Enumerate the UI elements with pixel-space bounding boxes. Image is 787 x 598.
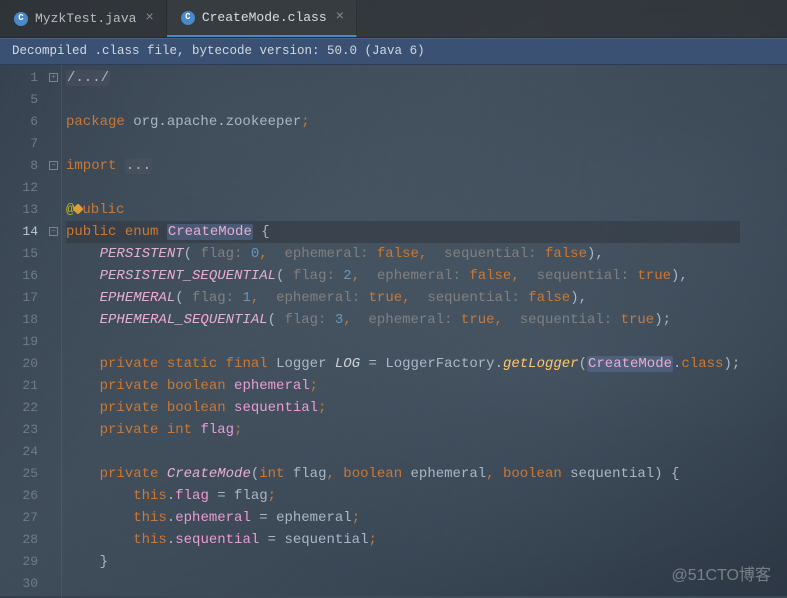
line-number: 23: [0, 419, 38, 441]
line-number: 30: [0, 573, 38, 595]
fold-toggle[interactable]: −: [49, 161, 58, 170]
code-line[interactable]: private boolean sequential;: [66, 397, 740, 419]
code-line[interactable]: this.sequential = sequential;: [66, 529, 740, 551]
line-number: 19: [0, 331, 38, 353]
code-line[interactable]: [66, 441, 740, 463]
line-number: 14: [0, 221, 38, 243]
java-icon: C: [14, 12, 28, 26]
fold-column: + − −: [48, 65, 62, 598]
watermark: @51CTO博客: [671, 564, 771, 588]
code-line[interactable]: [66, 133, 740, 155]
line-number: 21: [0, 375, 38, 397]
code-line[interactable]: import ...: [66, 155, 740, 177]
code-line[interactable]: public enum CreateMode {: [66, 221, 740, 243]
line-number: 22: [0, 397, 38, 419]
code-line[interactable]: [66, 177, 740, 199]
close-icon[interactable]: ×: [334, 7, 346, 28]
code-line[interactable]: PERSISTENT( flag: 0, ephemeral: false, s…: [66, 243, 740, 265]
code-line[interactable]: this.ephemeral = ephemeral;: [66, 507, 740, 529]
tab-myzktest[interactable]: C MyzkTest.java ×: [0, 0, 167, 37]
tab-label: CreateMode.class: [202, 8, 327, 28]
code-line[interactable]: private static final Logger LOG = Logger…: [66, 353, 740, 375]
line-number: 26: [0, 485, 38, 507]
code-editor[interactable]: 1567812131415161718192021222324252627282…: [0, 65, 787, 598]
line-number: 16: [0, 265, 38, 287]
code-line[interactable]: private int flag;: [66, 419, 740, 441]
decompile-notice: Decompiled .class file, bytecode version…: [0, 38, 787, 65]
line-number: 6: [0, 111, 38, 133]
line-number: 8: [0, 155, 38, 177]
code-line[interactable]: [66, 89, 740, 111]
code-line[interactable]: EPHEMERAL( flag: 1, ephemeral: true, seq…: [66, 287, 740, 309]
code-line[interactable]: }: [66, 551, 740, 573]
line-number: 15: [0, 243, 38, 265]
code-area[interactable]: /.../ package org.apache.zookeeper; import…: [62, 65, 740, 598]
code-line[interactable]: package org.apache.zookeeper;: [66, 111, 740, 133]
fold-toggle[interactable]: +: [49, 73, 58, 82]
line-number: 18: [0, 309, 38, 331]
line-number: 27: [0, 507, 38, 529]
line-number: 5: [0, 89, 38, 111]
class-icon: C: [181, 11, 195, 25]
fold-toggle[interactable]: −: [49, 227, 58, 236]
line-number: 25: [0, 463, 38, 485]
line-number: 7: [0, 133, 38, 155]
line-number: 24: [0, 441, 38, 463]
code-line[interactable]: /.../: [66, 67, 740, 89]
close-icon[interactable]: ×: [143, 8, 155, 29]
code-line[interactable]: [66, 331, 740, 353]
tab-label: MyzkTest.java: [35, 9, 136, 29]
line-number: 20: [0, 353, 38, 375]
code-line[interactable]: private CreateMode(int flag, boolean eph…: [66, 463, 740, 485]
line-number: 29: [0, 551, 38, 573]
line-number: 17: [0, 287, 38, 309]
code-line[interactable]: private boolean ephemeral;: [66, 375, 740, 397]
line-number: 28: [0, 529, 38, 551]
tab-bar: C MyzkTest.java × C CreateMode.class ×: [0, 0, 787, 38]
code-line[interactable]: @ublic: [66, 199, 740, 221]
code-line[interactable]: EPHEMERAL_SEQUENTIAL( flag: 3, ephemeral…: [66, 309, 740, 331]
line-gutter: 1567812131415161718192021222324252627282…: [0, 65, 48, 598]
line-number: 13: [0, 199, 38, 221]
code-line[interactable]: this.flag = flag;: [66, 485, 740, 507]
code-line[interactable]: PERSISTENT_SEQUENTIAL( flag: 2, ephemera…: [66, 265, 740, 287]
line-number: 1: [0, 67, 38, 89]
line-number: 12: [0, 177, 38, 199]
tab-createmode[interactable]: C CreateMode.class ×: [167, 0, 357, 37]
code-line[interactable]: [66, 573, 740, 595]
